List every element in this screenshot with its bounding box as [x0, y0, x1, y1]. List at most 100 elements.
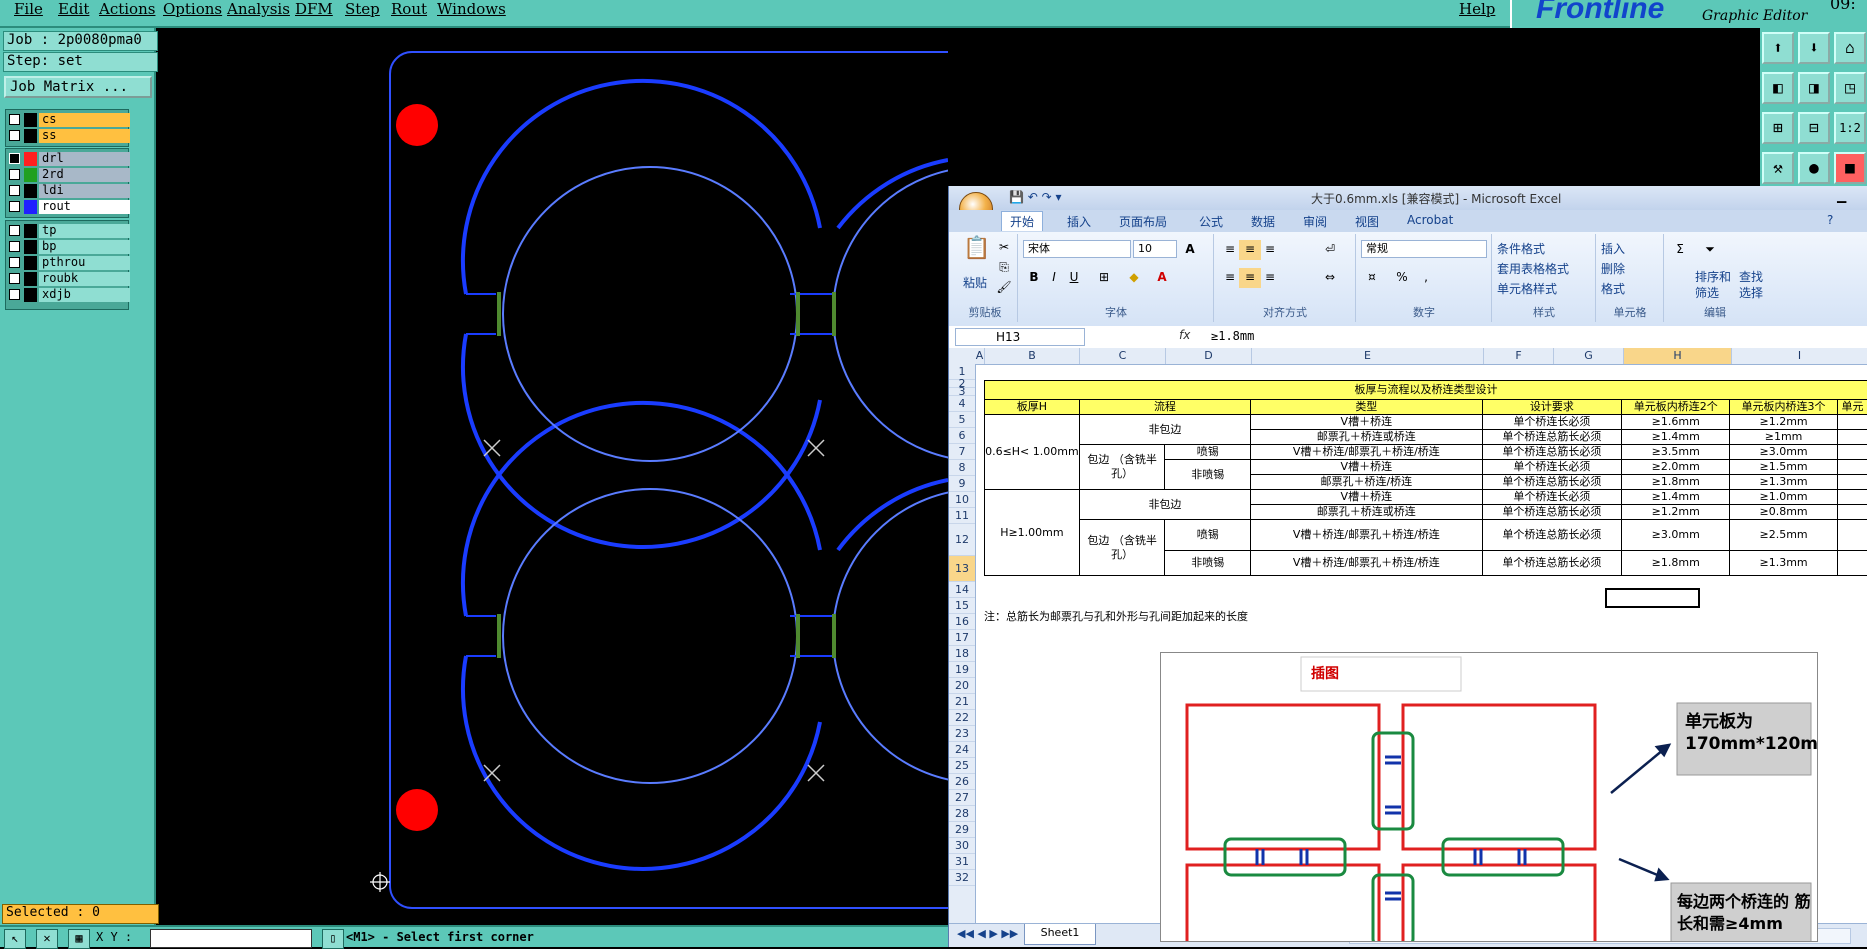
autosum-icon[interactable]: Σ	[1669, 240, 1691, 260]
table-cell[interactable]: V槽＋桥连	[1251, 415, 1482, 430]
layer-checkbox[interactable]	[9, 169, 20, 180]
layer-checkbox[interactable]	[9, 225, 20, 236]
table-cell[interactable]: 单个桥连总筋长必须	[1482, 520, 1622, 551]
layer-checkbox[interactable]	[9, 257, 20, 268]
layer-row[interactable]: rout	[9, 200, 127, 214]
row-header-25[interactable]: 25	[949, 758, 975, 774]
row-header-11[interactable]: 11	[949, 508, 975, 524]
col-b[interactable]: B	[985, 348, 1080, 364]
menu-windows[interactable]: Windows	[437, 0, 506, 18]
tab-page-layout[interactable]: 页面布局	[1119, 213, 1167, 230]
row-header-7[interactable]: 7	[949, 444, 975, 460]
tab-acrobat[interactable]: Acrobat	[1407, 213, 1453, 227]
italic-icon[interactable]: I	[1043, 268, 1065, 288]
table-cell[interactable]: ≥1.2mm	[1730, 415, 1838, 430]
table-cell[interactable]: ≥1.3mm	[1730, 475, 1838, 490]
table-cell[interactable]: 邮票孔＋桥连或桥连	[1251, 430, 1482, 445]
home-icon[interactable]: ⌂	[1834, 32, 1866, 64]
zoom-in-icon[interactable]: ⊞	[1762, 112, 1794, 144]
row-header-32[interactable]: 32	[949, 870, 975, 886]
sheet-nav-icons[interactable]: ◀◀ ◀ ▶ ▶▶	[957, 927, 1018, 940]
row-header-17[interactable]: 17	[949, 630, 975, 646]
layer-checkbox[interactable]	[9, 241, 20, 252]
align-bottom-icon[interactable]: ≡	[1259, 240, 1281, 260]
border-icon[interactable]: ⊞	[1093, 268, 1115, 288]
tab-data[interactable]: 数据	[1251, 213, 1275, 230]
row-header-4[interactable]: 4	[949, 396, 975, 412]
snap-icon[interactable]: ●	[1798, 152, 1830, 184]
comma-icon[interactable]: ,	[1415, 268, 1437, 288]
menu-help[interactable]: Help	[1459, 0, 1495, 18]
row-header-15[interactable]: 15	[949, 598, 975, 614]
row-header-3[interactable]: 3	[949, 388, 975, 396]
row-header-18[interactable]: 18	[949, 646, 975, 662]
sort-button[interactable]: 排序和	[1695, 268, 1731, 285]
merge-icon[interactable]: ⇔	[1319, 268, 1341, 288]
layer-row[interactable]: tp	[9, 224, 127, 238]
row-header-30[interactable]: 30	[949, 838, 975, 854]
menu-edit[interactable]: Edit	[58, 0, 89, 18]
row-header-20[interactable]: 20	[949, 678, 975, 694]
format-cell-button[interactable]: 格式	[1601, 280, 1625, 297]
sheet-tab-sheet1[interactable]: Sheet1	[1024, 924, 1096, 945]
sort-filter-icon[interactable]: ⏷	[1699, 240, 1721, 260]
table-cell[interactable]: 非包边	[1079, 490, 1250, 520]
table-cell[interactable]: 非喷锡	[1165, 551, 1251, 576]
table-cell[interactable]: ≥3.5mm	[1622, 445, 1730, 460]
table-cell[interactable]: V槽＋桥连/邮票孔＋桥连/桥连	[1251, 445, 1482, 460]
layer-row[interactable]: 2rd	[9, 168, 127, 182]
select-tool-icon[interactable]: ↖	[4, 929, 26, 949]
currency-icon[interactable]: ¤	[1361, 268, 1383, 288]
menu-step[interactable]: Step	[345, 0, 380, 18]
row-header-27[interactable]: 27	[949, 790, 975, 806]
table-cell[interactable]: ≥1.3mm	[1730, 551, 1838, 576]
row-header-5[interactable]: 5	[949, 412, 975, 428]
table-cell[interactable]: ≥1.4mm	[1622, 430, 1730, 445]
font-size-box[interactable]: 10	[1133, 240, 1177, 258]
row-header-24[interactable]: 24	[949, 742, 975, 758]
paste-button[interactable]: 粘贴	[963, 274, 987, 291]
tab-view[interactable]: 视图	[1355, 213, 1379, 230]
table-cell[interactable]: ≥2.0mm	[1622, 460, 1730, 475]
filter-button[interactable]: 筛选	[1695, 284, 1719, 301]
zoom-down-icon[interactable]: ⬇	[1798, 32, 1830, 64]
row-header-16[interactable]: 16	[949, 614, 975, 630]
cancel-tool-icon[interactable]: ✕	[36, 929, 58, 949]
quick-access-icons[interactable]: 💾 ↶ ↷ ▾	[1009, 190, 1062, 204]
find-button[interactable]: 查找	[1739, 268, 1763, 285]
table-cell[interactable]: ≥3.0mm	[1622, 520, 1730, 551]
table-cell[interactable]: ≥1.0mm	[1730, 490, 1838, 505]
table-cell[interactable]: ≥1mm	[1730, 430, 1838, 445]
row-header-28[interactable]: 28	[949, 806, 975, 822]
table-cell[interactable]: ≥2.5mm	[1730, 520, 1838, 551]
menu-analysis[interactable]: Analysis	[227, 0, 290, 18]
tab-insert[interactable]: 插入	[1067, 213, 1091, 230]
row-header-23[interactable]: 23	[949, 726, 975, 742]
number-format-box[interactable]: 常规	[1361, 240, 1487, 258]
underline-icon[interactable]: U	[1063, 268, 1085, 288]
layer-row[interactable]: ldi	[9, 184, 127, 198]
row-header-6[interactable]: 6	[949, 428, 975, 444]
row-header-13[interactable]: 13	[949, 556, 975, 582]
fx-icon[interactable]: fx	[1179, 328, 1190, 342]
format-painter-icon[interactable]: 🖌	[993, 278, 1015, 298]
layer-row[interactable]: ss	[9, 129, 127, 143]
table-cell[interactable]: 单个桥连总筋长必须	[1482, 445, 1622, 460]
delete-cell-button[interactable]: 删除	[1601, 260, 1625, 277]
row-header-19[interactable]: 19	[949, 662, 975, 678]
row-header-21[interactable]: 21	[949, 694, 975, 710]
font-color-icon[interactable]: A	[1151, 268, 1173, 288]
row-header-31[interactable]: 31	[949, 854, 975, 870]
col-d[interactable]: D	[1166, 348, 1252, 364]
table-cell[interactable]: ≥1.4mm	[1622, 490, 1730, 505]
align-left-icon[interactable]: ≡	[1219, 268, 1241, 288]
layer-row[interactable]: bp	[9, 240, 127, 254]
active-cell-h13[interactable]	[1605, 588, 1700, 608]
zoom-up-icon[interactable]: ⬆	[1762, 32, 1794, 64]
table-note[interactable]: 注：总筋长为邮票孔与孔和外形与孔间距加起来的长度	[984, 608, 1248, 624]
table-format-button[interactable]: 套用表格格式	[1497, 260, 1569, 277]
table-cell[interactable]: V槽＋桥连	[1251, 460, 1482, 475]
tab-home[interactable]: 开始	[1001, 211, 1043, 231]
layer-checkbox[interactable]	[9, 185, 20, 196]
layer-checkbox[interactable]	[9, 289, 20, 300]
